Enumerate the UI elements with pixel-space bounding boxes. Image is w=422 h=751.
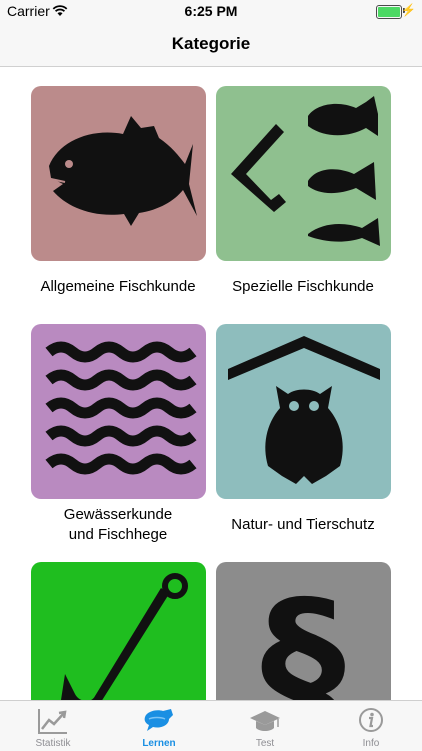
fish-icon [49, 116, 197, 226]
tab-statistik[interactable]: Statistik [0, 701, 106, 751]
owl-icon [228, 336, 380, 484]
charging-icon: ⚡ [401, 3, 416, 17]
category-tile-allgemeine-fischkunde[interactable] [31, 86, 206, 261]
status-bar: Carrier 6:25 PM ⚡ [0, 0, 422, 22]
page-title: Kategorie [171, 34, 251, 53]
tab-lernen[interactable]: Lernen [106, 701, 212, 751]
tab-bar: Statistik Lernen Test Info [0, 700, 422, 751]
clock: 6:25 PM [184, 3, 238, 19]
tab-test[interactable]: Test [212, 701, 318, 751]
category-tile-naturschutz[interactable] [216, 324, 391, 499]
info-icon [359, 708, 383, 732]
category-label: Allgemeine Fischkunde [40, 278, 196, 295]
category-tile-gewaesserkunde[interactable] [31, 324, 206, 499]
tab-label: Lernen [142, 738, 176, 749]
graduation-cap-icon [250, 711, 280, 731]
tab-label: Statistik [35, 738, 71, 749]
category-label: Natur- und Tierschutz [231, 516, 375, 533]
navigation-bar: Kategorie [0, 22, 422, 67]
fish-species-icon [231, 96, 380, 246]
tab-label: Info [362, 738, 380, 749]
waves-icon [45, 341, 197, 475]
battery-icon [376, 5, 402, 19]
category-tile-spezielle-fischkunde[interactable] [216, 86, 391, 261]
category-label: Gewässerkunde und Fischhege [63, 506, 173, 543]
chart-icon [38, 709, 67, 734]
tab-info[interactable]: Info [318, 701, 422, 751]
tab-label: Test [255, 738, 275, 749]
category-label: Spezielle Fischkunde [232, 278, 374, 295]
learn-icon [144, 709, 173, 731]
